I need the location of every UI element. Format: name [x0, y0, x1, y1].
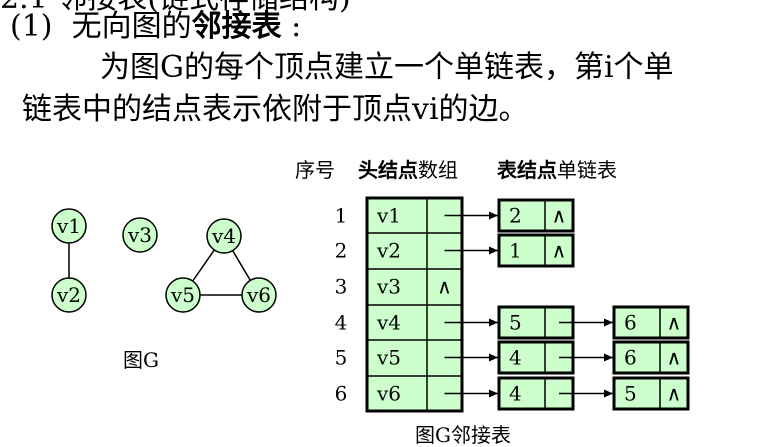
vertex-label-v6: v6 — [246, 283, 271, 307]
null-pointer: ∧ — [667, 311, 682, 335]
null-pointer: ∧ — [667, 346, 682, 370]
null-pointer: ∧ — [437, 275, 452, 299]
list-node-value: 4 — [509, 382, 522, 406]
list-node-value: 6 — [624, 346, 637, 370]
vertex-label-v5: v5 — [170, 283, 195, 307]
list-node-value: 5 — [509, 311, 522, 335]
list-node-value: 4 — [509, 346, 522, 370]
head-vertex-label: v1 — [376, 204, 401, 228]
list-node-value: 5 — [624, 382, 637, 406]
null-pointer: ∧ — [552, 239, 567, 263]
head-vertex-label: v5 — [376, 346, 401, 370]
head-vertex-label: v3 — [376, 275, 401, 299]
row-index: 4 — [335, 311, 348, 335]
head-vertex-label: v4 — [376, 311, 401, 335]
diagram-canvas: v1 v2 v3 v4 v5 v6 1 v1 2 ∧ 2 v2 1 ∧ 3 v3 ∧ 4 v4 5 6 ∧ 5 v5 4 6 ∧ 6… — [51, 196, 690, 413]
head-vertex-label: v2 — [376, 239, 401, 263]
row-index: 6 — [335, 382, 348, 406]
row-index: 1 — [335, 204, 348, 228]
vertex-label-v4: v4 — [211, 224, 236, 248]
list-node-value: 2 — [509, 204, 522, 228]
head-vertex-label: v6 — [376, 382, 401, 406]
vertex-label-v3: v3 — [127, 223, 152, 247]
list-node-value: 6 — [624, 311, 637, 335]
null-pointer: ∧ — [552, 204, 567, 228]
vertex-label-v1: v1 — [56, 214, 81, 238]
list-node-value: 1 — [509, 239, 522, 263]
graph-vertices: v1 v2 v3 v4 v5 v6 — [51, 208, 277, 313]
null-pointer: ∧ — [667, 382, 682, 406]
row-index: 3 — [335, 275, 348, 299]
vertex-label-v2: v2 — [56, 283, 81, 307]
row-index: 5 — [335, 346, 348, 370]
row-index: 2 — [335, 239, 348, 263]
adjacency-table: 1 v1 2 ∧ 2 v2 1 ∧ 3 v3 ∧ 4 v4 5 6 ∧ 5 v5 4 6 ∧ 6 v6 4 5 ∧ — [335, 196, 690, 413]
